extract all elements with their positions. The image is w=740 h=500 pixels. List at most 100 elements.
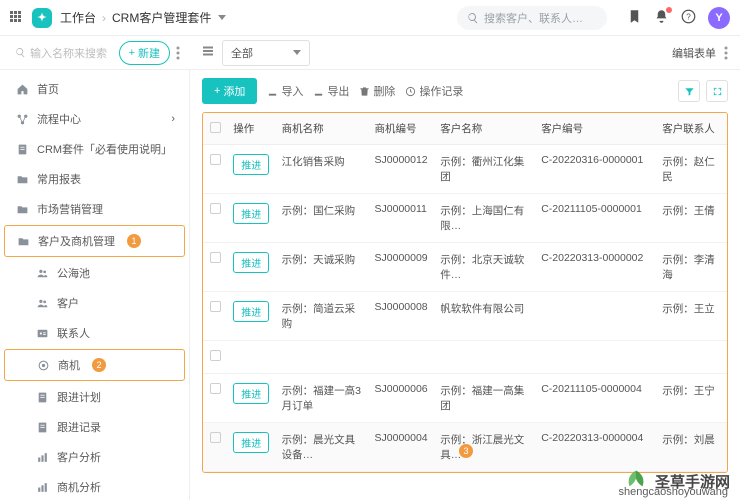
trash-icon (359, 86, 370, 97)
column-header: 客户联系人 (656, 113, 727, 145)
cell-customer: 帆软软件有限公司 (434, 292, 535, 341)
sidebar-item-label: 客户分析 (57, 449, 101, 465)
more-icon[interactable] (724, 46, 728, 60)
sidebar-item-marketing[interactable]: 市场营销管理 (0, 194, 189, 224)
cell-name: 江化销售采购 (276, 145, 369, 194)
cell-contact: 示例：刘晨 (656, 423, 727, 472)
sidebar: 首页流程中心› CRM套件「必看使用说明」常用报表市场营销管理客户及商机管理1公海… (0, 70, 190, 500)
bookmark-icon[interactable] (627, 9, 642, 27)
cell-code: SJ0000008 (369, 292, 435, 341)
new-button[interactable]: +新建 (119, 41, 170, 65)
add-button[interactable]: +添加 (202, 78, 257, 104)
global-search[interactable]: 搜索客户、联系人… (457, 6, 607, 30)
breadcrumb-app[interactable]: CRM客户管理套件 (112, 9, 211, 26)
advance-button[interactable]: 推进 (233, 301, 269, 322)
sidebar-item-label: 常用报表 (37, 171, 81, 187)
advance-button[interactable]: 推进 (233, 383, 269, 404)
table-row[interactable]: 推进示例：福建一高3月订单SJ0000006示例：福建一高集团C-2021110… (203, 374, 727, 423)
help-icon[interactable]: ? (681, 9, 696, 27)
search-icon (15, 47, 26, 58)
row-checkbox[interactable] (210, 154, 221, 165)
view-filter-dropdown[interactable]: 全部 (222, 40, 310, 66)
advance-button[interactable]: 推进 (233, 154, 269, 175)
sidebar-item-label: 跟进计划 (57, 389, 101, 405)
row-checkbox[interactable] (210, 350, 221, 361)
doc-icon (36, 421, 49, 434)
row-checkbox[interactable] (210, 203, 221, 214)
callout-badge-3: 3 (459, 444, 473, 458)
sidebar-item-contact[interactable]: 联系人 (0, 318, 189, 348)
breadcrumb-workspace[interactable]: 工作台 (60, 9, 96, 26)
search-placeholder: 搜索客户、联系人… (484, 10, 583, 26)
history-button[interactable]: 操作记录 (405, 83, 463, 99)
delete-button[interactable]: 删除 (359, 83, 395, 99)
sidebar-item-pool[interactable]: 公海池 (0, 258, 189, 288)
folder-icon (16, 203, 29, 216)
import-icon (267, 86, 278, 97)
sidebar-item-custana[interactable]: 客户分析 (0, 442, 189, 472)
chevron-down-icon[interactable] (218, 15, 226, 20)
table-row[interactable]: 推进示例：天诚采购SJ0000009示例：北京天诚软件…C-20220313-0… (203, 243, 727, 292)
users-icon (36, 267, 49, 280)
sidebar-item-opty[interactable]: 商机2 (4, 349, 185, 381)
bell-icon[interactable] (654, 9, 669, 27)
import-button[interactable]: 导入 (267, 83, 303, 99)
more-icon[interactable] (176, 46, 180, 60)
sidebar-item-reports[interactable]: 常用报表 (0, 164, 189, 194)
row-checkbox[interactable] (210, 252, 221, 263)
export-button[interactable]: 导出 (313, 83, 349, 99)
cell-customer-code: C-20211105-0000001 (535, 194, 656, 243)
row-checkbox[interactable] (210, 432, 221, 443)
sidebar-item-home[interactable]: 首页 (0, 74, 189, 104)
edit-form-link[interactable]: 编辑表单 (672, 45, 716, 61)
plus-icon: + (129, 47, 135, 59)
expand-button[interactable] (706, 80, 728, 102)
table-row[interactable]: 推进江化销售采购SJ0000012示例：衢州江化集团C-20220316-000… (203, 145, 727, 194)
row-checkbox[interactable] (210, 301, 221, 312)
sidebar-item-flow[interactable]: 流程中心› (0, 104, 189, 134)
export-icon (313, 86, 324, 97)
advance-button[interactable]: 推进 (233, 432, 269, 453)
filter-button[interactable] (678, 80, 700, 102)
top-icons: ? Y (627, 7, 730, 29)
table-row[interactable]: 推进示例：简道云采购SJ0000008帆软软件有限公司示例：王立 (203, 292, 727, 341)
table-row[interactable]: 推进示例：国仁采购SJ0000011示例：上海国仁有限…C-20211105-0… (203, 194, 727, 243)
chart-icon (36, 451, 49, 464)
select-all-header (203, 113, 227, 145)
advance-button[interactable]: 推进 (233, 203, 269, 224)
data-table: 操作商机名称商机编号客户名称客户编号客户联系人 推进江化销售采购SJ000001… (203, 113, 727, 472)
breadcrumb-separator: › (102, 11, 106, 25)
column-header: 客户编号 (535, 113, 656, 145)
sidebar-item-label: 首页 (37, 81, 59, 97)
select-all-checkbox[interactable] (210, 122, 221, 133)
sidebar-item-customer[interactable]: 客户及商机管理1 (4, 225, 185, 257)
cell-customer: 示例：福建一高集团 (434, 374, 535, 423)
list-view-icon[interactable] (202, 45, 214, 60)
sidebar-item-crm[interactable]: CRM套件「必看使用说明」 (0, 134, 189, 164)
sidebar-item-optyana[interactable]: 商机分析 (0, 472, 189, 500)
sidebar-item-label: 商机 (58, 357, 80, 373)
cell-customer-code: C-20220313-0000002 (535, 243, 656, 292)
chevron-down-icon (293, 50, 301, 55)
sidebar-item-cust2[interactable]: 客户 (0, 288, 189, 318)
advance-button[interactable]: 推进 (233, 252, 269, 273)
cell-customer-code (535, 292, 656, 341)
cell-name: 示例：天诚采购 (276, 243, 369, 292)
flow-icon (16, 113, 29, 126)
home-icon (16, 83, 29, 96)
sidebar-item-plan[interactable]: 跟进计划 (0, 382, 189, 412)
apps-launcher-icon[interactable] (10, 11, 24, 25)
column-header: 商机编号 (369, 113, 435, 145)
cell-code: SJ0000009 (369, 243, 435, 292)
chevron-right-icon: › (171, 113, 175, 125)
sidebar-item-label: CRM套件「必看使用说明」 (37, 141, 172, 157)
sidebar-item-log[interactable]: 跟进记录 (0, 412, 189, 442)
doc-icon (36, 391, 49, 404)
secondary-bar: 输入名称来搜索 +新建 全部 编辑表单 (0, 36, 740, 70)
cell-code: SJ0000006 (369, 374, 435, 423)
sidebar-search[interactable]: 输入名称来搜索 (10, 41, 113, 65)
row-checkbox[interactable] (210, 383, 221, 394)
cell-customer: 示例：上海国仁有限… (434, 194, 535, 243)
cell-contact: 示例：王立 (656, 292, 727, 341)
avatar[interactable]: Y (708, 7, 730, 29)
